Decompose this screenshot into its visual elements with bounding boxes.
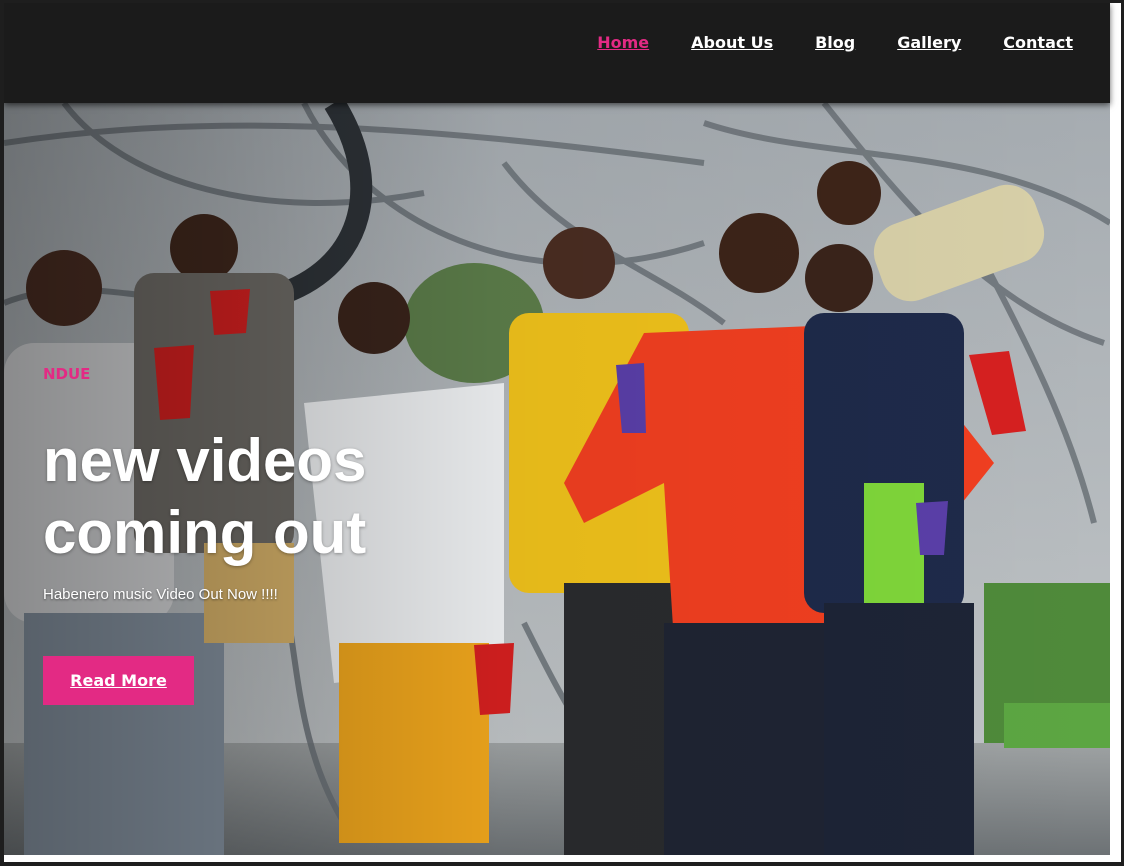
nav-link-home[interactable]: Home	[597, 33, 649, 52]
hero-section: NDUE new videos coming out Habenero musi…	[4, 103, 1110, 855]
navbar: Home About Us Blog Gallery Contact	[4, 3, 1110, 103]
page-frame: Home About Us Blog Gallery Contact NDUE …	[0, 0, 1124, 866]
nav-link-blog[interactable]: Blog	[815, 33, 855, 52]
hero-eyebrow: NDUE	[43, 365, 91, 383]
nav-link-about-us[interactable]: About Us	[691, 33, 773, 52]
nav-link-gallery[interactable]: Gallery	[897, 33, 961, 52]
read-more-button[interactable]: Read More	[43, 656, 194, 705]
nav-link-contact[interactable]: Contact	[1003, 33, 1073, 52]
nav-links: Home About Us Blog Gallery Contact	[555, 33, 1073, 52]
hero-headline: new videos coming out	[43, 427, 367, 566]
hero-subtitle: Habenero music Video Out Now !!!!	[43, 586, 278, 603]
